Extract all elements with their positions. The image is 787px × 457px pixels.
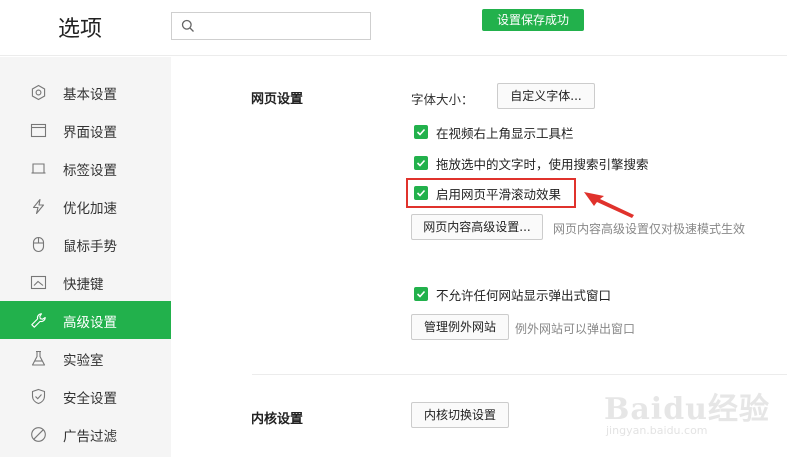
custom-font-button[interactable]: 自定义字体... — [497, 83, 595, 109]
lightning-icon — [32, 198, 45, 215]
page-title: 选项 — [58, 17, 103, 42]
wrench-icon — [31, 313, 46, 328]
window-icon — [30, 123, 47, 138]
section-divider — [252, 374, 787, 375]
tab-icon — [31, 163, 46, 174]
keyboard-icon — [30, 275, 47, 290]
sidebar-item-ad-filter[interactable]: 广告过滤 — [0, 415, 171, 453]
search-icon — [181, 19, 194, 32]
sidebar-item-label: 广告过滤 — [63, 429, 117, 445]
search-input[interactable] — [200, 16, 365, 36]
sidebar-item-lab[interactable]: 实验室 — [0, 339, 171, 377]
shield-icon — [31, 388, 46, 405]
kernel-switch-button[interactable]: 内核切换设置 — [411, 402, 509, 428]
checkbox-checked-icon[interactable] — [414, 156, 428, 170]
sidebar-item-basic[interactable]: 基本设置 — [0, 73, 171, 111]
option-label: 不允许任何网站显示弹出式窗口 — [436, 287, 612, 303]
manage-exceptions-button[interactable]: 管理例外网站 — [411, 314, 509, 340]
sidebar-item-tabs[interactable]: 标签设置 — [0, 149, 171, 187]
sidebar-item-label: 优化加速 — [63, 201, 117, 217]
sidebar-item-shortcuts[interactable]: 快捷键 — [0, 263, 171, 301]
option-block-popups[interactable]: 不允许任何网站显示弹出式窗口 — [414, 284, 611, 304]
sidebar-item-label: 高级设置 — [63, 315, 117, 331]
option-label: 在视频右上角显示工具栏 — [436, 125, 574, 141]
block-icon — [31, 427, 46, 442]
flask-icon — [31, 350, 46, 366]
sidebar-item-label: 安全设置 — [63, 391, 117, 407]
sidebar-item-label: 快捷键 — [63, 277, 104, 293]
sidebar-item-security[interactable]: 安全设置 — [0, 377, 171, 415]
checkbox-checked-icon[interactable] — [414, 287, 428, 301]
font-size-label: 字体大小： — [411, 92, 474, 107]
kernel-settings-title: 内核设置 — [251, 412, 304, 427]
sidebar-item-label: 标签设置 — [63, 163, 117, 179]
sidebar-item-label: 实验室 — [63, 353, 104, 369]
option-label: 拖放选中的文字时，使用搜索引擎搜索 — [436, 156, 649, 172]
baidu-watermark: Baidu经验 jingyan.baidu.com — [600, 384, 780, 444]
sidebar: 基本设置 界面设置 标签设置 优化加速 鼠标手势 快捷键 高级设置 实验室 安全… — [0, 57, 171, 457]
annotation-arrow-icon — [584, 192, 634, 218]
sidebar-item-label: 界面设置 — [63, 125, 117, 141]
checkbox-checked-icon[interactable] — [414, 125, 428, 139]
header: 选项 设置保存成功 — [0, 0, 787, 56]
sidebar-item-mouse-gestures[interactable]: 鼠标手势 — [0, 225, 171, 263]
watermark-url: jingyan.baidu.com — [606, 424, 708, 437]
advanced-content-settings-button[interactable]: 网页内容高级设置... — [411, 214, 543, 240]
advanced-settings-hint: 网页内容高级设置仅对极速模式生效 — [553, 222, 746, 236]
option-video-toolbar[interactable]: 在视频右上角显示工具栏 — [414, 122, 574, 142]
sidebar-item-interface[interactable]: 界面设置 — [0, 111, 171, 149]
mouse-icon — [32, 236, 45, 253]
save-success-toast: 设置保存成功 — [482, 9, 584, 31]
sidebar-item-label: 鼠标手势 — [63, 239, 117, 255]
sidebar-item-speedup[interactable]: 优化加速 — [0, 187, 171, 225]
sidebar-item-advanced[interactable]: 高级设置 — [0, 301, 171, 339]
option-drag-search[interactable]: 拖放选中的文字时，使用搜索引擎搜索 — [414, 153, 649, 173]
exceptions-hint: 例外网站可以弹出窗口 — [515, 322, 636, 336]
annotation-highlight-box — [406, 178, 576, 208]
watermark-text: Baidu经验 — [604, 392, 770, 427]
sidebar-item-label: 基本设置 — [63, 87, 117, 103]
web-settings-title: 网页设置 — [251, 92, 304, 107]
settings-circle-icon — [31, 84, 46, 101]
search-box[interactable] — [171, 12, 371, 40]
